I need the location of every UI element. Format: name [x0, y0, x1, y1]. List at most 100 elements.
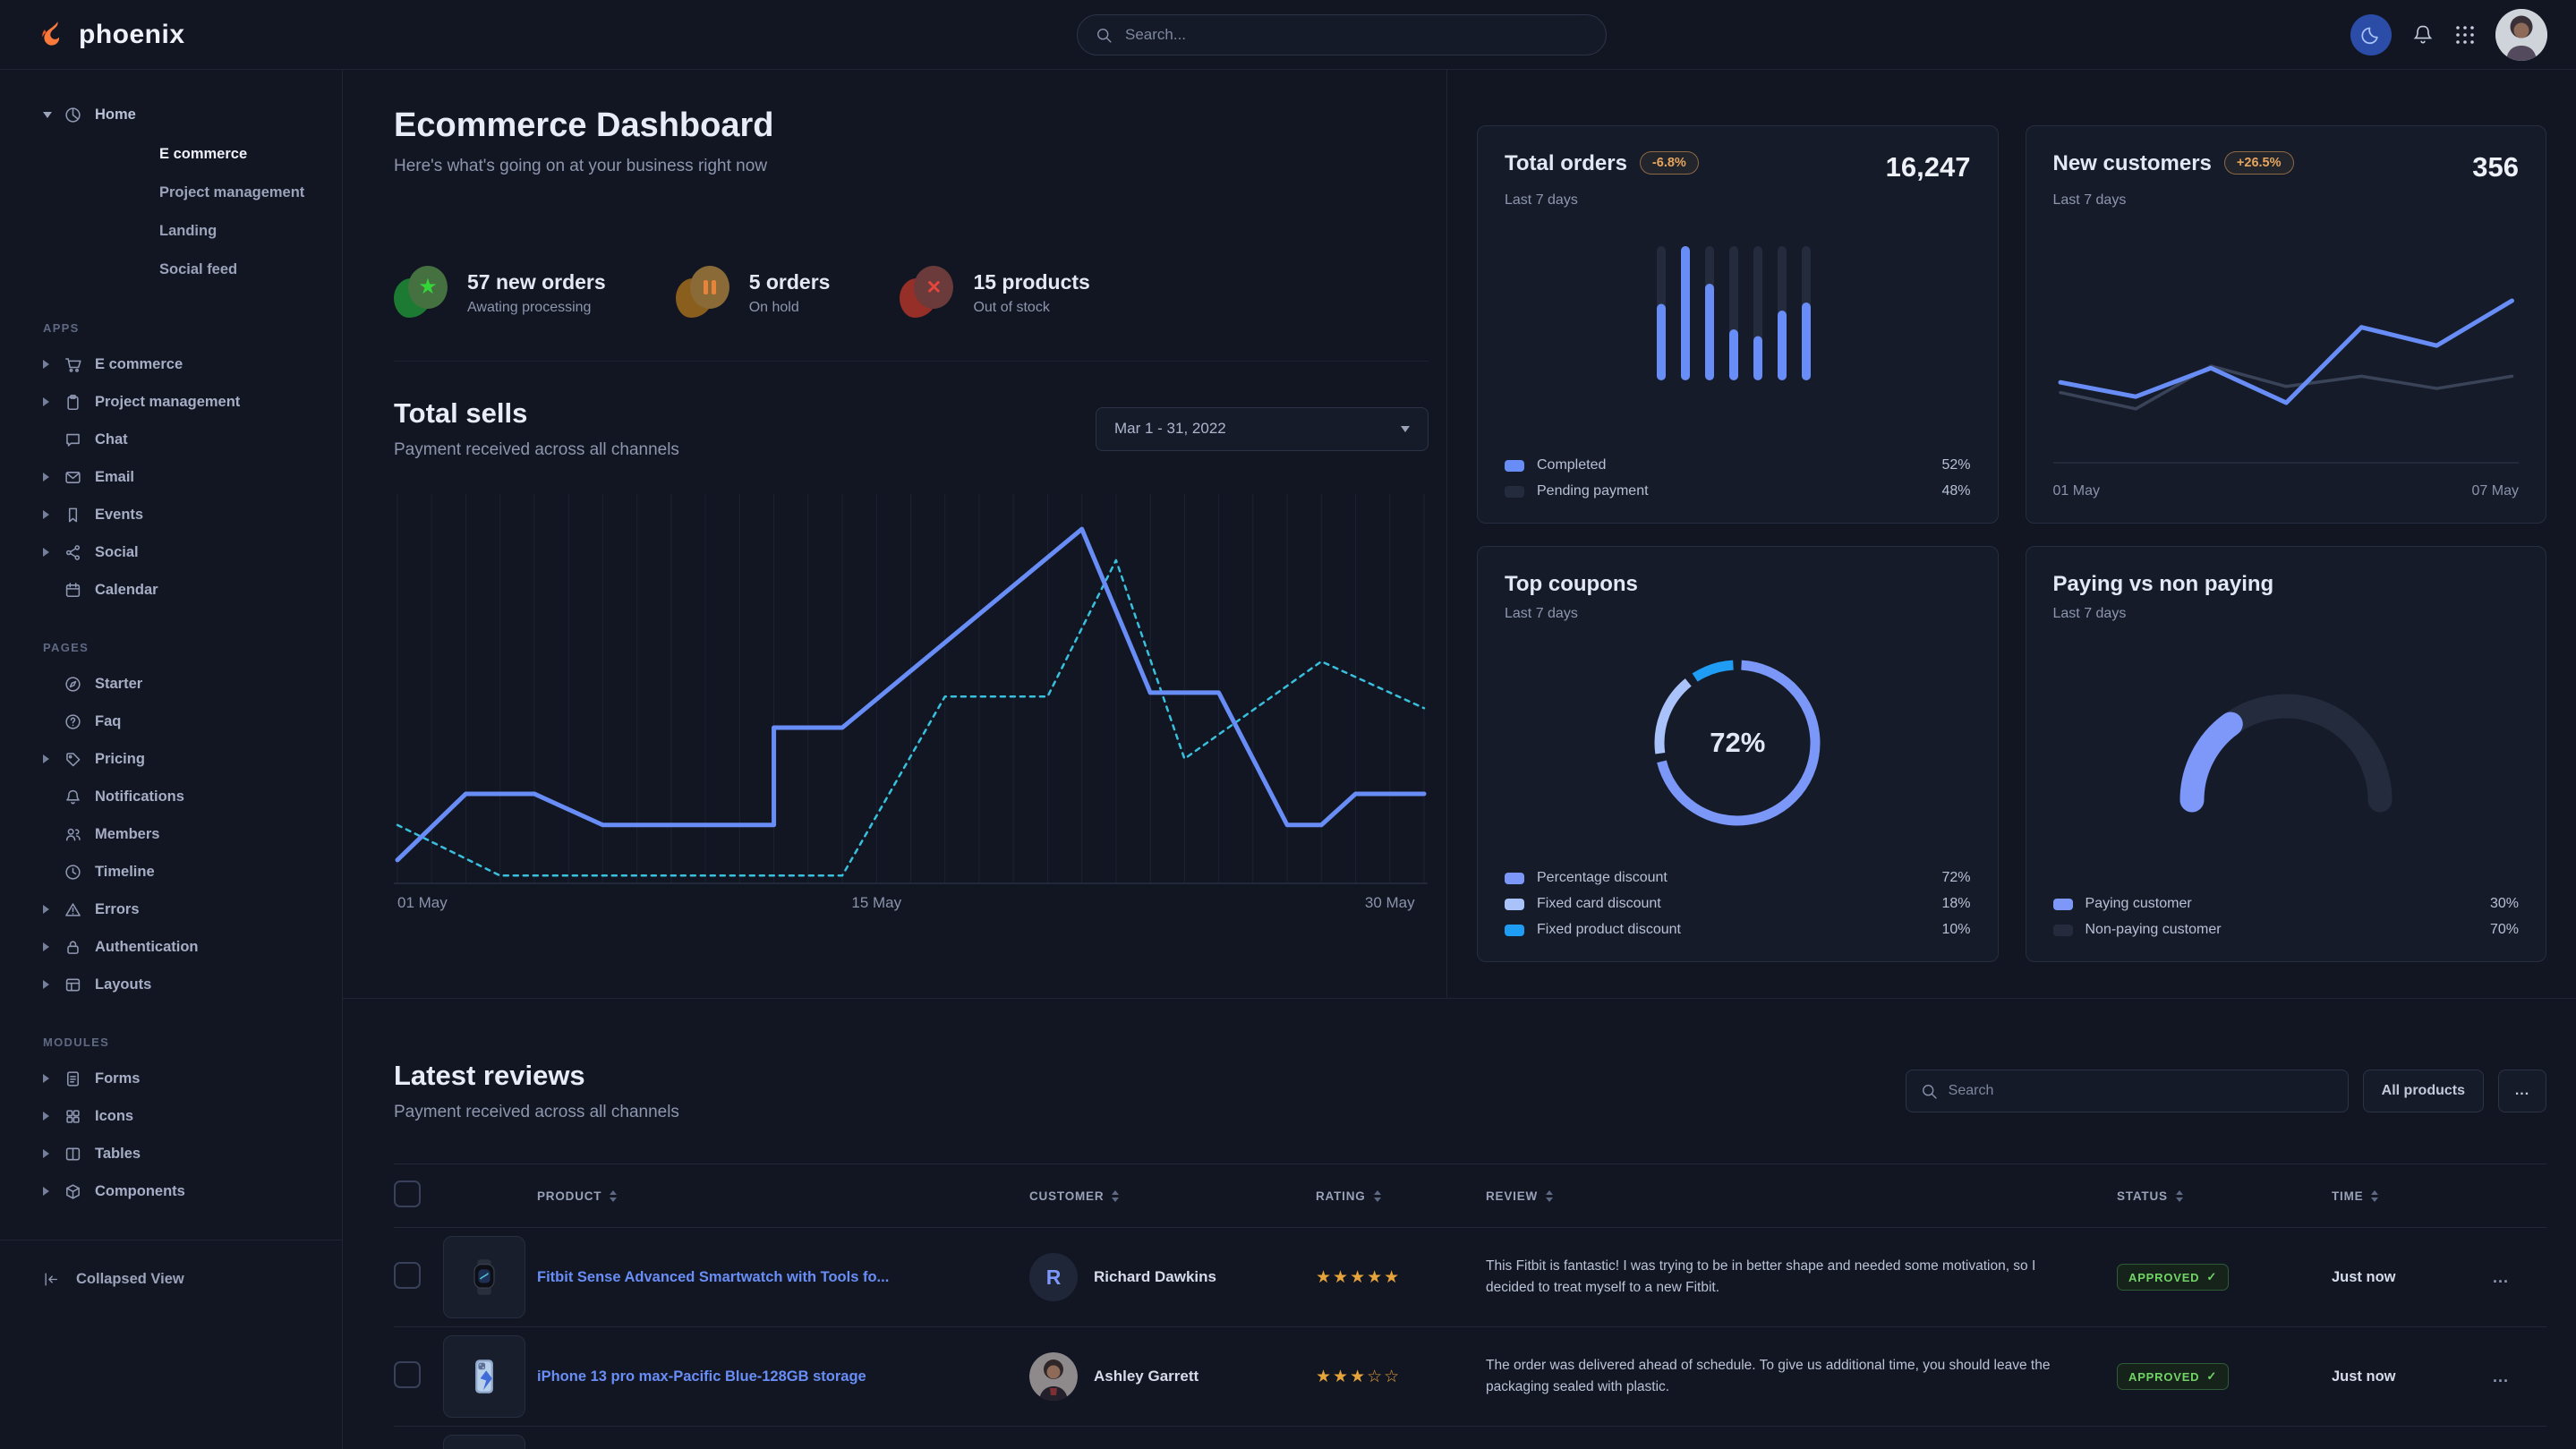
- stat-new-orders: ★ 57 new orders Awating processing: [394, 266, 606, 320]
- total-sells-subtitle: Payment received across all channels: [394, 440, 679, 460]
- stat-orders-on-hold: 5 orders On hold: [676, 266, 831, 320]
- row-more-button[interactable]: ...: [2493, 1268, 2546, 1287]
- apps-grid-button[interactable]: [2454, 24, 2476, 46]
- sidebar-subitem-landing[interactable]: Landing: [43, 212, 333, 251]
- product-thumbnail[interactable]: [443, 1435, 525, 1449]
- sidebar-subitem-ecommerce[interactable]: E commerce: [43, 135, 333, 174]
- sidebar-item-notifications[interactable]: Notifications: [43, 778, 333, 815]
- sidebar-item-forms[interactable]: Forms: [43, 1060, 333, 1097]
- share-icon: [64, 544, 81, 561]
- table-row-partial: [394, 1427, 2546, 1449]
- question-circle-icon: [64, 713, 81, 730]
- home-submenu: E commerce Project management Landing So…: [43, 135, 333, 289]
- search-input[interactable]: [1123, 25, 1588, 45]
- product-thumbnail[interactable]: [443, 1335, 525, 1418]
- status-badge: APPROVED✓: [2117, 1264, 2229, 1291]
- stat-out-of-stock: ✕ 15 products Out of stock: [900, 266, 1089, 320]
- layout-icon: [64, 976, 81, 993]
- total-sells-header: Total sells Payment received across all …: [394, 397, 1429, 460]
- column-time[interactable]: TIME: [2332, 1189, 2493, 1203]
- new-customers-chart: [2053, 239, 2520, 474]
- column-rating[interactable]: RATING: [1316, 1189, 1486, 1203]
- calendar-icon: [64, 582, 81, 599]
- caret-right-icon: [43, 397, 64, 406]
- sidebar-subitem-social-feed[interactable]: Social feed: [43, 251, 333, 289]
- sidebar-item-ecommerce-app[interactable]: E commerce: [43, 345, 333, 383]
- sidebar-item-components[interactable]: Components: [43, 1172, 333, 1210]
- app-root: phoenix: [0, 0, 2576, 1449]
- notifications-button[interactable]: [2411, 23, 2435, 47]
- legend-percentage-discount: Percentage discount 72%: [1505, 870, 1971, 886]
- reviews-title: Latest reviews: [394, 1060, 679, 1092]
- sidebar-item-project-management-app[interactable]: Project management: [43, 383, 333, 421]
- sidebar-item-timeline[interactable]: Timeline: [43, 853, 333, 891]
- cart-icon: [64, 356, 81, 373]
- sidebar-subitem-project-management[interactable]: Project management: [43, 174, 333, 212]
- column-customer[interactable]: CUSTOMER: [1029, 1189, 1316, 1203]
- column-status[interactable]: STATUS: [2117, 1189, 2332, 1203]
- sort-icon: [1546, 1190, 1553, 1202]
- select-all-checkbox[interactable]: [394, 1181, 421, 1207]
- sort-icon: [1112, 1190, 1119, 1202]
- product-thumbnail[interactable]: [443, 1236, 525, 1318]
- caret-right-icon: [43, 905, 64, 914]
- table-row: iPhone 13 pro max-Pacific Blue-128GB sto…: [394, 1327, 2546, 1427]
- review-text: The order was delivered ahead of schedul…: [1486, 1355, 2117, 1398]
- rating-stars: ★★★★★: [1316, 1267, 1486, 1288]
- chat-icon: [64, 431, 81, 448]
- caret-right-icon: [43, 942, 64, 951]
- sidebar-item-authentication[interactable]: Authentication: [43, 928, 333, 966]
- product-link[interactable]: Fitbit Sense Advanced Smartwatch with To…: [537, 1269, 889, 1285]
- search-icon: [1096, 27, 1113, 44]
- customer-avatar: R: [1029, 1253, 1078, 1301]
- reviews-more-button[interactable]: ...: [2498, 1070, 2546, 1112]
- date-range-select[interactable]: Mar 1 - 31, 2022: [1096, 407, 1429, 451]
- sidebar-item-starter[interactable]: Starter: [43, 665, 333, 703]
- sidebar-item-social[interactable]: Social: [43, 533, 333, 571]
- top-navbar: phoenix: [0, 0, 2576, 70]
- brand-logo[interactable]: phoenix: [36, 0, 185, 69]
- sidebar-item-email[interactable]: Email: [43, 458, 333, 496]
- sidebar-item-layouts[interactable]: Layouts: [43, 966, 333, 1003]
- sidebar-item-home[interactable]: Home: [43, 96, 333, 133]
- moon-icon: [2361, 25, 2381, 45]
- sidebar-item-icons[interactable]: Icons: [43, 1097, 333, 1135]
- customer-cell: Ashley Garrett: [1029, 1352, 1316, 1401]
- rating-stars: ★★★☆☆: [1316, 1367, 1486, 1387]
- sidebar-item-members[interactable]: Members: [43, 815, 333, 853]
- sidebar-item-tables[interactable]: Tables: [43, 1135, 333, 1172]
- star-icon: ★: [418, 277, 438, 298]
- user-avatar[interactable]: [2495, 9, 2547, 61]
- legend-fixed-product-discount: Fixed product discount 10%: [1505, 922, 1971, 938]
- sidebar-item-faq[interactable]: Faq: [43, 703, 333, 740]
- collapse-view-button[interactable]: Collapsed View: [43, 1264, 342, 1294]
- iphone-image: [465, 1357, 504, 1396]
- donut-center-label: 72%: [1634, 640, 1840, 846]
- reviews-subtitle: Payment received across all channels: [394, 1103, 679, 1122]
- theme-toggle-button[interactable]: [2350, 14, 2392, 55]
- row-checkbox[interactable]: [394, 1262, 421, 1289]
- row-more-button[interactable]: ...: [2493, 1368, 2546, 1386]
- customer-cell: R Richard Dawkins: [1029, 1253, 1316, 1301]
- caret-right-icon: [43, 1112, 64, 1121]
- chevron-down-icon: [1401, 426, 1410, 432]
- all-products-button[interactable]: All products: [2363, 1070, 2484, 1112]
- global-search[interactable]: [1077, 14, 1607, 55]
- reviews-search[interactable]: [1906, 1070, 2349, 1112]
- table-icon: [64, 1146, 81, 1163]
- product-link[interactable]: iPhone 13 pro max-Pacific Blue-128GB sto…: [537, 1368, 866, 1385]
- new-customers-value: 356: [2472, 151, 2519, 183]
- total-sells-title: Total sells: [394, 397, 679, 430]
- sidebar-item-calendar[interactable]: Calendar: [43, 571, 333, 609]
- row-checkbox[interactable]: [394, 1361, 421, 1388]
- sidebar-item-pricing[interactable]: Pricing: [43, 740, 333, 778]
- reviews-search-input[interactable]: [1947, 1082, 2333, 1100]
- column-product[interactable]: PRODUCT: [537, 1189, 1029, 1203]
- sidebar-item-events[interactable]: Events: [43, 496, 333, 533]
- brand-name: phoenix: [79, 20, 185, 50]
- column-review[interactable]: REVIEW: [1486, 1189, 2117, 1203]
- sidebar-item-errors[interactable]: Errors: [43, 891, 333, 928]
- svg-text:30 May: 30 May: [1365, 894, 1415, 911]
- sidebar-item-chat[interactable]: Chat: [43, 421, 333, 458]
- caret-right-icon: [43, 473, 64, 482]
